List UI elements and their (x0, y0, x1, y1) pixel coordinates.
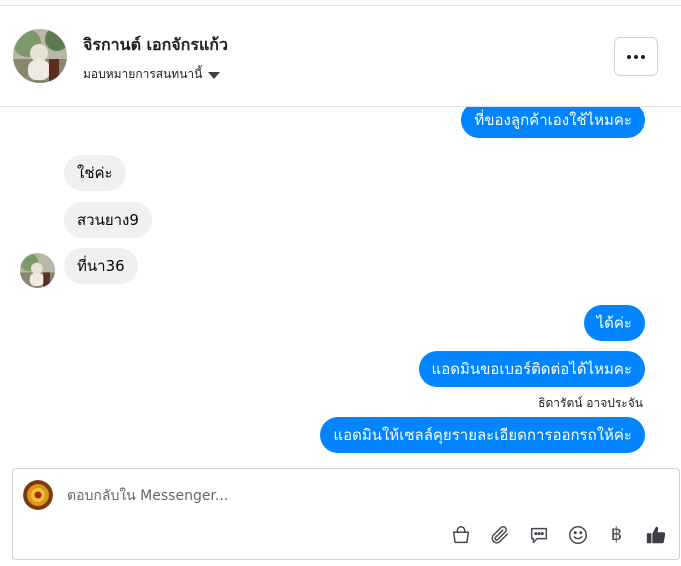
paperclip-icon[interactable] (486, 521, 513, 548)
contact-avatar-small[interactable] (20, 253, 55, 288)
reply-input[interactable]: ตอบกลับใน Messenger... (67, 483, 647, 509)
reply-composer: ตอบกลับใน Messenger... ฿ (12, 468, 680, 560)
baht-icon[interactable]: ฿ (603, 521, 630, 548)
more-options-button[interactable] (614, 37, 658, 76)
message-bubble-incoming[interactable]: สวนยาง9 (64, 202, 152, 238)
contact-name[interactable]: จิรกานต์ เอกจักรแก้ว (83, 33, 228, 58)
assign-label: มอบหมายการสนทนานี้ (83, 67, 203, 81)
message-bubble-outgoing[interactable]: แอดมินขอเบอร์ติดต่อได้ไหมคะ (418, 351, 645, 387)
assign-conversation-dropdown[interactable]: มอบหมายการสนทนานี้ (83, 65, 221, 84)
page-avatar (23, 480, 53, 510)
caret-down-icon (208, 72, 221, 79)
message-bubble-outgoing[interactable]: ที่ของลูกค้าเองใช้ไหมคะ (461, 107, 645, 138)
chat-bubble-icon[interactable] (525, 521, 552, 548)
bag-icon[interactable] (447, 521, 474, 548)
smile-icon[interactable] (564, 521, 591, 548)
thumbs-up-icon[interactable] (642, 521, 669, 548)
more-dots-icon (627, 54, 645, 59)
sender-name: ธิดารัตน์ อาจประจัน (538, 396, 643, 410)
message-thread[interactable]: ที่ของลูกค้าเองใช้ไหมคะ ใช่ค่ะ สวนยาง9 ท… (0, 107, 681, 457)
message-bubble-outgoing[interactable]: แอดมินให้เซลล์คุยรายละเอียดการออกรถให้ค่… (320, 417, 645, 453)
conversation-header: จิรกานต์ เอกจักรแก้ว มอบหมายการสนทนานี้ (0, 6, 681, 107)
contact-avatar[interactable] (13, 29, 67, 83)
message-bubble-incoming[interactable]: ที่นา36 (64, 248, 138, 284)
message-bubble-outgoing[interactable]: ได้ค่ะ (583, 305, 645, 341)
message-bubble-incoming[interactable]: ใช่ค่ะ (64, 155, 126, 191)
composer-toolbar: ฿ (447, 521, 669, 548)
